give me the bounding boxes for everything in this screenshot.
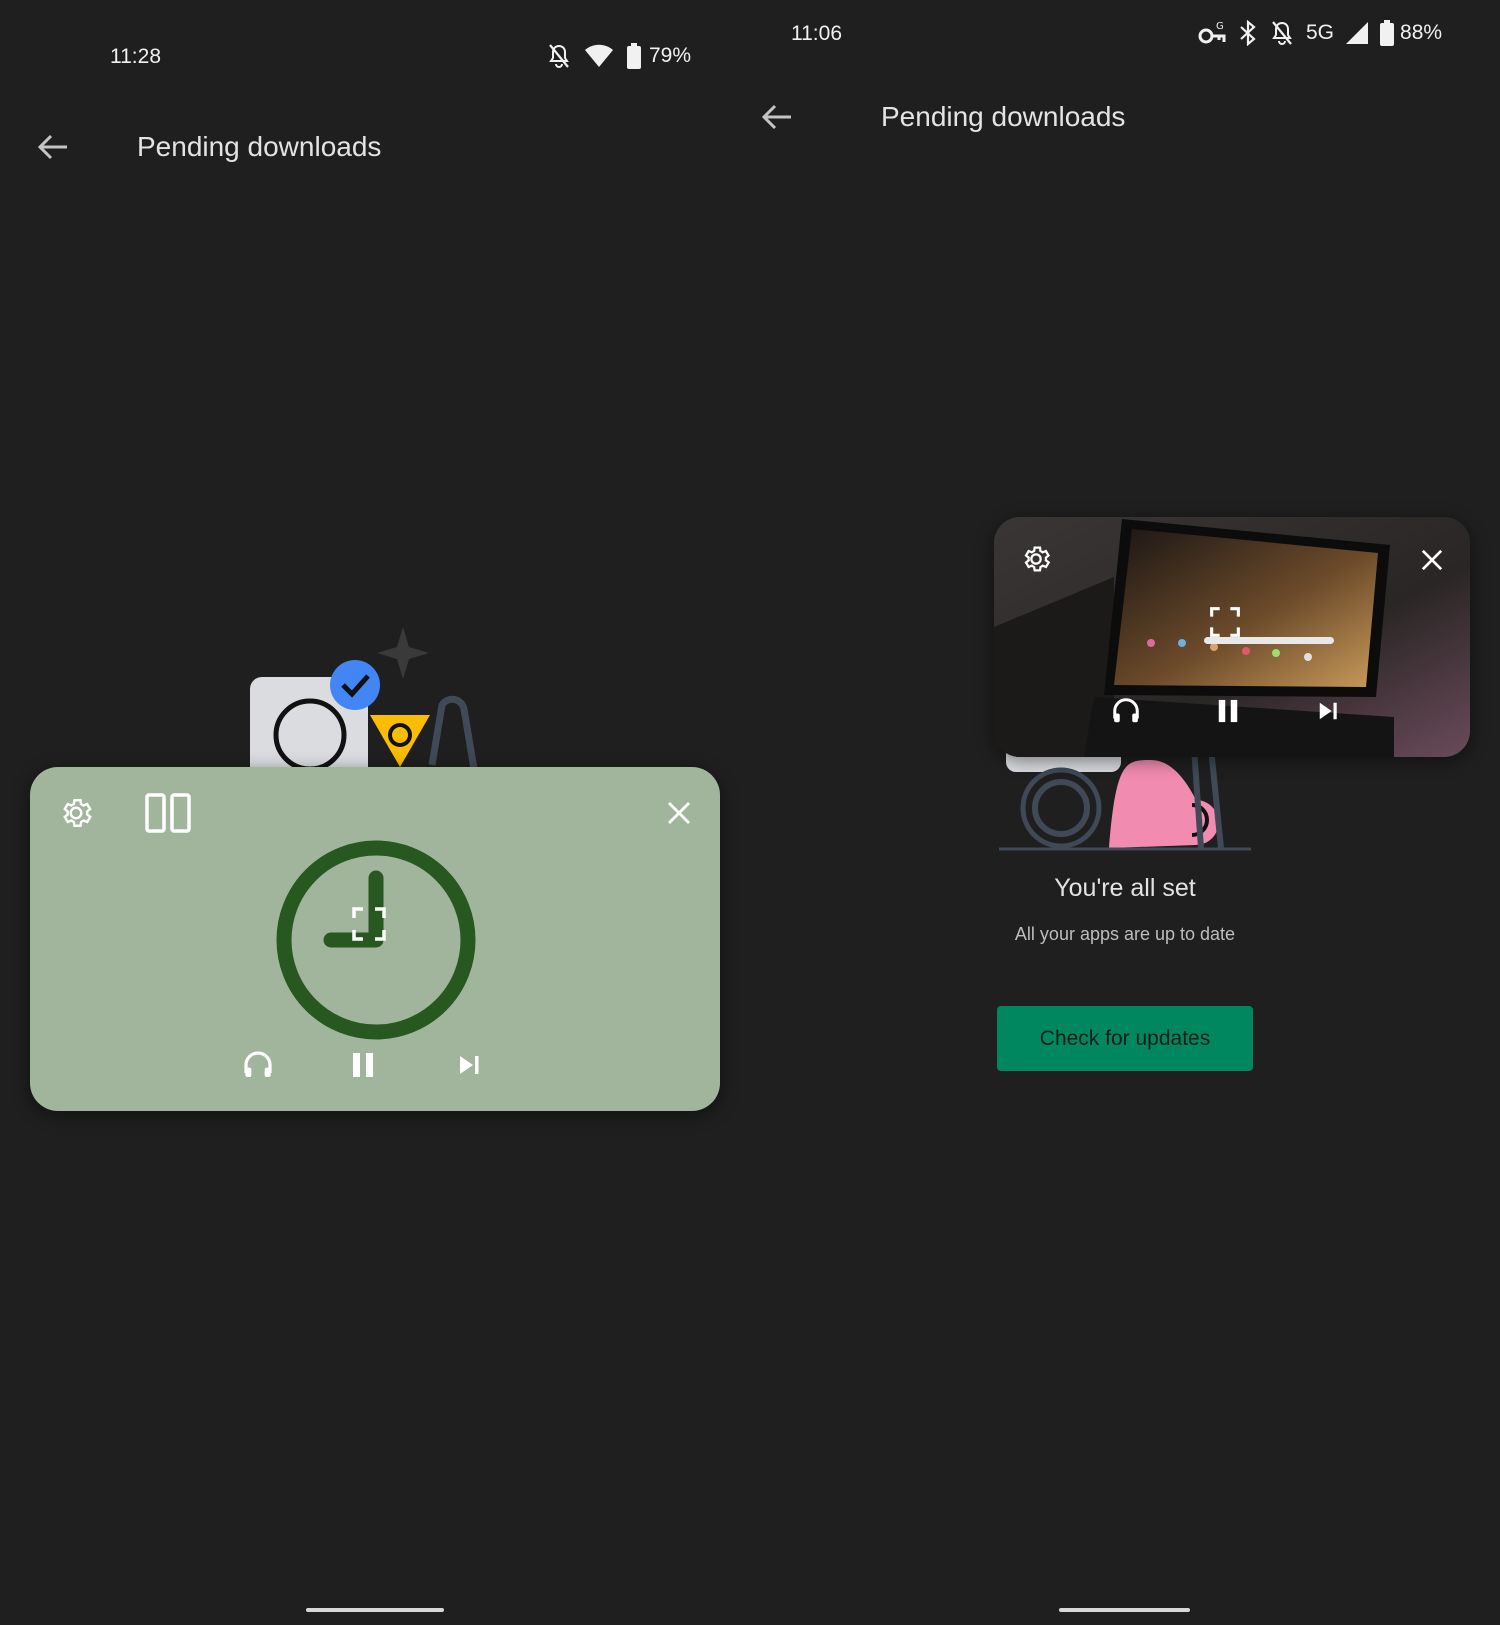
navigation-handle[interactable] xyxy=(306,1608,444,1612)
settings-icon xyxy=(63,799,92,827)
status-time: 11:28 xyxy=(110,45,161,68)
bell-off-icon xyxy=(547,43,571,69)
battery-percent: 88% xyxy=(1400,21,1443,44)
status-icons: G 5G 88% xyxy=(1198,20,1442,46)
skip-next-icon xyxy=(1319,702,1337,720)
headphones-icon xyxy=(1113,698,1139,723)
empty-state-subtitle: All your apps are up to date xyxy=(1014,924,1236,944)
bell-off-icon xyxy=(1270,20,1294,46)
pip-settings-button[interactable] xyxy=(52,789,100,837)
pip-settings-button[interactable] xyxy=(1014,537,1058,581)
pause-icon xyxy=(1218,699,1238,723)
battery-icon xyxy=(627,43,641,69)
pip-pause-button[interactable] xyxy=(1208,691,1248,731)
status-icons: 79% xyxy=(547,43,691,69)
empty-state-title: You're all set xyxy=(1054,874,1196,902)
page-title: Pending downloads xyxy=(137,131,382,162)
pip-window[interactable] xyxy=(994,517,1470,757)
fullscreen-icon xyxy=(1210,607,1240,637)
close-icon xyxy=(1421,549,1443,571)
arrow-back-icon xyxy=(761,104,791,130)
pip-close-button[interactable] xyxy=(1412,540,1452,580)
empty-state-illustration xyxy=(250,627,478,775)
pip-fullscreen-button[interactable] xyxy=(349,904,389,944)
arrow-back-icon xyxy=(37,134,67,160)
vpn-key-icon: G xyxy=(1198,20,1226,46)
page-title: Pending downloads xyxy=(881,101,1126,132)
split-screen-icon xyxy=(145,793,191,833)
wifi-icon xyxy=(585,44,613,68)
left-screen: 11:28 79% Pending downloads xyxy=(0,0,750,1625)
pip-window[interactable] xyxy=(30,767,720,1111)
status-time: 11:06 xyxy=(791,22,842,45)
bluetooth-icon xyxy=(1238,20,1258,46)
pip-pause-button[interactable] xyxy=(341,1043,385,1087)
fullscreen-icon xyxy=(352,907,386,941)
pip-close-button[interactable] xyxy=(657,791,701,835)
skip-next-icon xyxy=(460,1056,479,1074)
close-icon xyxy=(668,802,690,824)
back-button[interactable] xyxy=(757,97,797,137)
right-screen: 11:06 G 5G 88% Pending downloads You're … xyxy=(750,0,1500,1625)
pip-split-screen-button[interactable] xyxy=(140,787,196,839)
battery-percent: 79% xyxy=(649,44,692,67)
check-for-updates-button[interactable]: Check for updates xyxy=(997,1006,1253,1071)
pip-headphones-button[interactable] xyxy=(236,1043,280,1087)
headphones-icon xyxy=(244,1051,272,1077)
pause-icon xyxy=(353,1053,373,1077)
pip-skip-next-button[interactable] xyxy=(1308,691,1348,731)
pip-headphones-button[interactable] xyxy=(1106,691,1146,731)
network-type: 5G xyxy=(1306,21,1335,44)
signal-icon xyxy=(1346,22,1369,44)
back-button[interactable] xyxy=(33,127,73,167)
battery-icon xyxy=(1380,20,1395,46)
pip-fullscreen-button[interactable] xyxy=(1207,604,1243,640)
svg-text:G: G xyxy=(1216,21,1224,32)
navigation-handle[interactable] xyxy=(1059,1608,1190,1612)
settings-icon xyxy=(1024,546,1051,572)
pip-skip-next-button[interactable] xyxy=(447,1043,491,1087)
